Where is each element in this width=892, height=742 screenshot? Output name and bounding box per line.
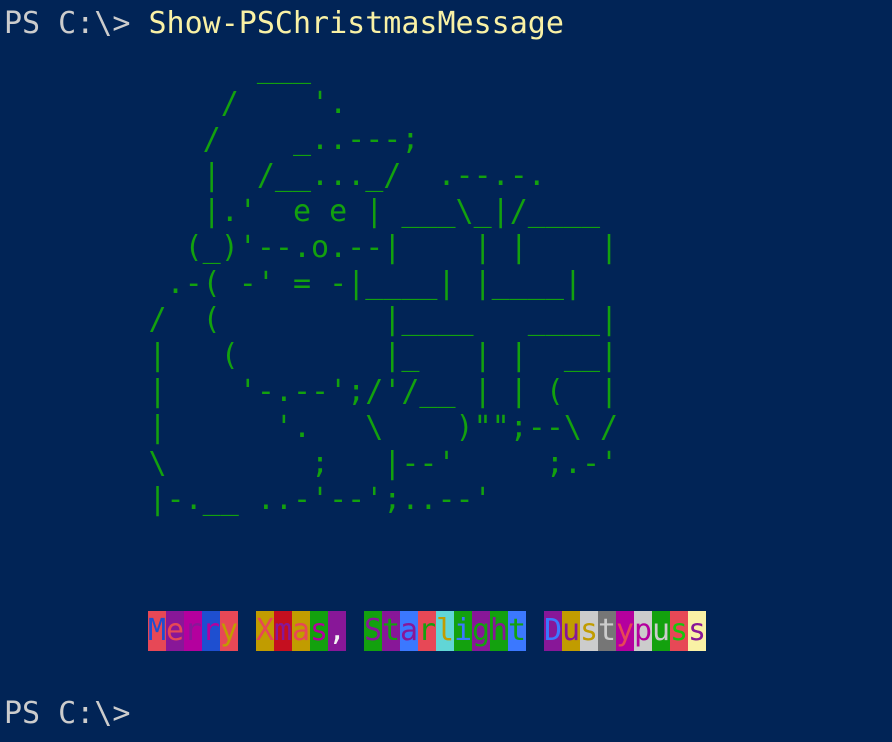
ascii-art-line: (_)'--.o.--| | | | (4, 230, 619, 265)
message-char: M (148, 611, 166, 651)
message-char: s (688, 611, 706, 651)
message-char: s (670, 611, 688, 651)
message-char: D (544, 611, 562, 651)
message-char: t (598, 611, 616, 651)
ascii-art-line: | '-.--';/'/__ | | ( | (4, 374, 619, 409)
ascii-art-santa-gift: ___ / '. / _..---; | /__..._/ .--.-. |.'… (4, 50, 618, 518)
message-char: i (454, 611, 472, 651)
message-char: l (436, 611, 454, 651)
message-char: p (634, 611, 652, 651)
message-char: u (652, 611, 670, 651)
ascii-art-line: | /__..._/ .--.-. (4, 158, 546, 193)
prompt: PS C:\> (4, 6, 131, 41)
ascii-art-line: .-( -' = -|____| |____| (4, 266, 582, 301)
message-char (346, 611, 364, 651)
ascii-art-line: \ ; |--' ;.-' (4, 446, 619, 481)
message-char: S (364, 611, 382, 651)
prompt-line[interactable]: PS C:\> (4, 696, 130, 732)
message-char: r (184, 611, 202, 651)
christmas-message: Merry Xmas, Starlight Dustypuss (148, 611, 706, 651)
ascii-art-line: / '. (4, 86, 348, 121)
ascii-art-line: |.' e e | ___\_|/____ (4, 194, 601, 229)
message-char: r (418, 611, 436, 651)
message-char: a (292, 611, 310, 651)
message-char (526, 611, 544, 651)
message-char (238, 611, 256, 651)
message-char: t (508, 611, 526, 651)
ascii-art-line: ___ (4, 50, 312, 85)
message-char: m (274, 611, 292, 651)
message-char: , (328, 611, 346, 651)
powershell-terminal[interactable]: PS C:\> Show-PSChristmasMessage ___ / '.… (0, 0, 892, 742)
ascii-art-line: |-.__ ..-'--';..--' (4, 482, 492, 517)
message-char: s (580, 611, 598, 651)
message-char: u (562, 611, 580, 651)
message-char: X (256, 611, 274, 651)
message-char: y (220, 611, 238, 651)
message-char: y (616, 611, 634, 651)
message-char: t (382, 611, 400, 651)
message-char: a (400, 611, 418, 651)
command-line: PS C:\> Show-PSChristmasMessage (4, 6, 564, 42)
message-char: e (166, 611, 184, 651)
message-char: s (310, 611, 328, 651)
message-char: g (472, 611, 490, 651)
command-text: Show-PSChristmasMessage (148, 6, 564, 41)
ascii-art-line: / _..---; (4, 122, 420, 157)
ascii-art-line: | ( |_ | | __| (4, 338, 619, 373)
message-char: h (490, 611, 508, 651)
ascii-art-line: / ( |____ ____| (4, 302, 619, 337)
prompt: PS C:\> (4, 696, 131, 731)
ascii-art-line: | '. \ )"";--\ / (4, 410, 619, 445)
message-char: r (202, 611, 220, 651)
